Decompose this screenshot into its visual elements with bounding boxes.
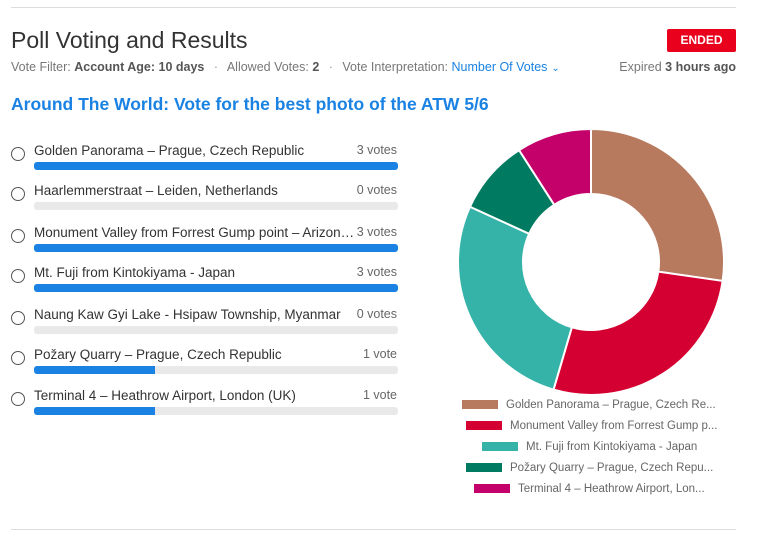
expired-prefix: Expired — [619, 60, 662, 74]
vote-interpretation-dropdown[interactable]: Number Of Votes ⌄ — [452, 60, 560, 74]
donut-slice — [590, 127, 725, 283]
legend-swatch — [482, 442, 518, 452]
legend-item: Mt. Fuji from Kintokiyama - Japan — [462, 441, 732, 462]
option-label: Monument Valley from Forrest Gump point … — [34, 225, 356, 240]
vote-progress-fill — [34, 366, 156, 374]
donut-slice — [457, 205, 574, 391]
radio-button[interactable] — [11, 147, 25, 161]
donut-slice — [552, 270, 724, 396]
page-title: Poll Voting and Results — [11, 27, 248, 53]
status-badge: ENDED — [667, 29, 736, 52]
vote-progress-fill — [34, 162, 398, 170]
radio-button[interactable] — [11, 392, 25, 406]
poll-option: Terminal 4 – Heathrow Airport, London (U… — [11, 388, 401, 420]
expiry-status: Expired 3 hours ago — [619, 60, 736, 74]
allowed-votes-label: Allowed Votes: — [226, 60, 309, 74]
legend-label: Monument Valley from Forrest Gump p... — [510, 420, 718, 432]
legend-swatch — [466, 463, 502, 473]
poll-option: Naung Kaw Gyi Lake - Hsipaw Township, My… — [11, 307, 401, 339]
option-vote-count: 3 votes — [356, 225, 397, 239]
legend-label: Požary Quarry – Prague, Czech Repu... — [510, 462, 714, 474]
radio-button[interactable] — [11, 311, 25, 325]
option-vote-count: 1 vote — [362, 347, 397, 361]
vote-progress-bar — [34, 407, 398, 415]
option-label: Haarlemmerstraat – Leiden, Netherlands — [34, 183, 278, 198]
option-label: Golden Panorama – Prague, Czech Republic — [34, 143, 305, 158]
vote-interpretation-label: Vote Interpretation: — [342, 60, 449, 74]
chart-legend: Golden Panorama – Prague, Czech Re... Mon… — [462, 399, 732, 504]
vote-progress-fill — [34, 244, 398, 252]
chevron-down-icon: ⌄ — [551, 63, 560, 74]
option-vote-count: 3 votes — [356, 143, 397, 157]
vote-progress-bar — [34, 244, 398, 252]
results-donut-chart — [457, 127, 725, 396]
legend-swatch — [474, 484, 510, 494]
top-divider — [11, 7, 736, 8]
legend-label: Golden Panorama – Prague, Czech Re... — [506, 399, 716, 411]
option-vote-count: 3 votes — [356, 265, 397, 279]
vote-progress-bar — [34, 366, 398, 374]
vote-progress-fill — [34, 284, 398, 292]
option-vote-count: 0 votes — [356, 307, 397, 321]
legend-item: Terminal 4 – Heathrow Airport, Lon... — [462, 483, 732, 504]
vote-progress-bar — [34, 162, 398, 170]
radio-button[interactable] — [11, 351, 25, 365]
option-label: Naung Kaw Gyi Lake - Hsipaw Township, My… — [34, 307, 341, 322]
legend-swatch — [466, 421, 502, 431]
legend-item: Požary Quarry – Prague, Czech Repu... — [462, 462, 732, 483]
poll-option: Požary Quarry – Prague, Czech Republic 1… — [11, 347, 401, 379]
legend-swatch — [462, 400, 498, 410]
poll-meta: Vote Filter: Account Age: 10 days · Allo… — [11, 60, 560, 74]
vote-progress-fill — [34, 407, 156, 415]
radio-button[interactable] — [11, 187, 25, 201]
separator-dot: · — [213, 60, 219, 74]
option-label: Mt. Fuji from Kintokiyama - Japan — [34, 265, 236, 280]
radio-button[interactable] — [11, 269, 25, 283]
vote-progress-bar — [34, 202, 398, 210]
vote-filter-value: Account Age: 10 days — [74, 60, 205, 74]
separator-dot: · — [328, 60, 333, 74]
vote-filter-label: Vote Filter: — [11, 60, 71, 74]
option-label: Terminal 4 – Heathrow Airport, London (U… — [34, 388, 296, 403]
expired-value: 3 hours ago — [665, 60, 736, 74]
radio-button[interactable] — [11, 229, 25, 243]
option-label: Požary Quarry – Prague, Czech Republic — [34, 347, 282, 362]
legend-label: Terminal 4 – Heathrow Airport, Lon... — [518, 483, 705, 495]
option-vote-count: 1 vote — [362, 388, 397, 402]
legend-label: Mt. Fuji from Kintokiyama - Japan — [526, 441, 698, 453]
vote-progress-bar — [34, 284, 398, 292]
poll-option: Mt. Fuji from Kintokiyama - Japan 3 vote… — [11, 265, 401, 297]
poll-option: Monument Valley from Forrest Gump point … — [11, 225, 401, 257]
option-vote-count: 0 votes — [356, 183, 397, 197]
vote-interpretation-value: Number Of Votes — [451, 60, 548, 74]
bottom-divider — [11, 529, 736, 530]
poll-question: Around The World: Vote for the best phot… — [11, 94, 489, 114]
vote-progress-bar — [34, 326, 398, 334]
legend-item: Monument Valley from Forrest Gump p... — [462, 420, 732, 441]
legend-item: Golden Panorama – Prague, Czech Re... — [462, 399, 732, 420]
poll-option: Haarlemmerstraat – Leiden, Netherlands 0… — [11, 183, 401, 215]
poll-option: Golden Panorama – Prague, Czech Republic… — [11, 143, 401, 175]
allowed-votes-value: 2 — [312, 60, 320, 74]
